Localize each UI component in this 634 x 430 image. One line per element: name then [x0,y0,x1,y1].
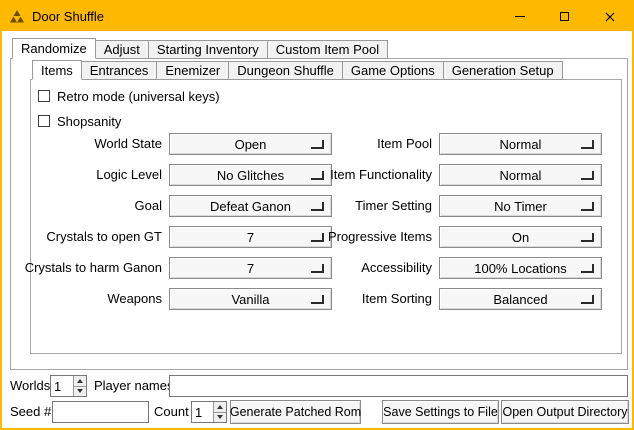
accessibility-label: Accessibility [292,257,432,279]
shopsanity-label: Shopsanity [57,114,121,129]
close-icon [605,12,615,22]
count-input[interactable] [192,402,213,422]
item-pool-dropdown[interactable]: Normal [439,133,602,155]
shopsanity-checkbox[interactable] [38,115,50,127]
logic-level-value: No Glitches [217,168,284,183]
maximize-icon [560,12,569,21]
item-pool-label: Item Pool [292,133,432,155]
maximize-button[interactable] [542,2,587,31]
app-icon [10,10,24,23]
minimize-icon [515,16,525,17]
spin-down-button[interactable] [214,413,226,423]
player-names-label: Player names [94,375,173,397]
tab-game-options[interactable]: Game Options [342,61,444,80]
dropdown-indicator-icon [581,295,594,304]
item-functionality-label: Item Functionality [292,164,432,186]
player-names-input[interactable] [169,375,628,397]
count-label: Count [154,401,189,423]
weapons-label: Weapons [12,288,162,310]
crystals-ganon-value: 7 [247,261,254,276]
shopsanity-checkbox-row[interactable]: Shopsanity [38,113,121,129]
tab-starting-inventory[interactable]: Starting Inventory [148,40,268,59]
tab-randomize[interactable]: Randomize [12,38,96,59]
tab-generation-setup[interactable]: Generation Setup [443,61,563,80]
tab-custom-item-pool[interactable]: Custom Item Pool [267,40,388,59]
crystals-gt-label: Crystals to open GT [12,226,162,248]
save-settings-button[interactable]: Save Settings to File [382,400,499,424]
item-sorting-label: Item Sorting [292,288,432,310]
dropdown-indicator-icon [581,202,594,211]
tab-items[interactable]: Items [32,60,82,80]
timer-setting-value: No Timer [494,199,547,214]
seed-label: Seed # [10,401,51,423]
dropdown-indicator-icon [581,264,594,273]
seed-input[interactable] [52,401,149,423]
item-functionality-value: Normal [500,168,542,183]
goal-value: Defeat Ganon [210,199,291,214]
progressive-items-value: On [512,230,529,245]
count-spin-buttons[interactable] [213,402,226,422]
worlds-label: Worlds [10,375,50,397]
window-title: Door Shuffle [32,9,497,24]
tab-dungeon-shuffle[interactable]: Dungeon Shuffle [228,61,343,80]
item-sorting-value: Balanced [493,292,547,307]
app-window: Door Shuffle Randomize Adjust Starting I… [0,0,634,430]
retro-mode-checkbox-row[interactable]: Retro mode (universal keys) [38,88,220,104]
arrow-up-icon [77,379,83,383]
worlds-spinner[interactable] [50,375,87,397]
item-sorting-dropdown[interactable]: Balanced [439,288,602,310]
progressive-items-dropdown[interactable]: On [439,226,602,248]
world-state-value: Open [235,137,267,152]
timer-setting-label: Timer Setting [292,195,432,217]
secondary-tab-bar: Items Entrances Enemizer Dungeon Shuffle… [32,60,563,80]
item-functionality-dropdown[interactable]: Normal [439,164,602,186]
accessibility-dropdown[interactable]: 100% Locations [439,257,602,279]
dropdown-indicator-icon [581,140,594,149]
caption-buttons [497,2,632,31]
retro-mode-label: Retro mode (universal keys) [57,89,220,104]
close-button[interactable] [587,2,632,31]
crystals-gt-value: 7 [247,230,254,245]
crystals-ganon-label: Crystals to harm Ganon [12,257,162,279]
retro-mode-checkbox[interactable] [38,90,50,102]
spin-down-button[interactable] [74,387,86,397]
goal-label: Goal [12,195,162,217]
arrow-down-icon [77,389,83,393]
tab-enemizer[interactable]: Enemizer [156,61,229,80]
minimize-button[interactable] [497,2,542,31]
arrow-up-icon [217,405,223,409]
progressive-items-label: Progressive Items [292,226,432,248]
primary-tab-bar: Randomize Adjust Starting Inventory Cust… [12,38,388,59]
accessibility-value: 100% Locations [474,261,567,276]
arrow-down-icon [217,415,223,419]
timer-setting-dropdown[interactable]: No Timer [439,195,602,217]
count-spinner[interactable] [191,401,227,423]
worlds-input[interactable] [51,376,73,396]
dropdown-indicator-icon [581,171,594,180]
item-pool-value: Normal [500,137,542,152]
spin-up-button[interactable] [214,402,226,413]
weapons-value: Vanilla [231,292,269,307]
open-output-directory-button[interactable]: Open Output Directory [501,400,629,424]
tab-adjust[interactable]: Adjust [95,40,149,59]
logic-level-label: Logic Level [12,164,162,186]
titlebar[interactable]: Door Shuffle [2,2,632,31]
worlds-spin-buttons[interactable] [73,376,86,396]
generate-patched-rom-button[interactable]: Generate Patched Rom [230,400,361,424]
world-state-label: World State [12,133,162,155]
dropdown-indicator-icon [581,233,594,242]
tab-entrances[interactable]: Entrances [81,61,158,80]
spin-up-button[interactable] [74,376,86,387]
